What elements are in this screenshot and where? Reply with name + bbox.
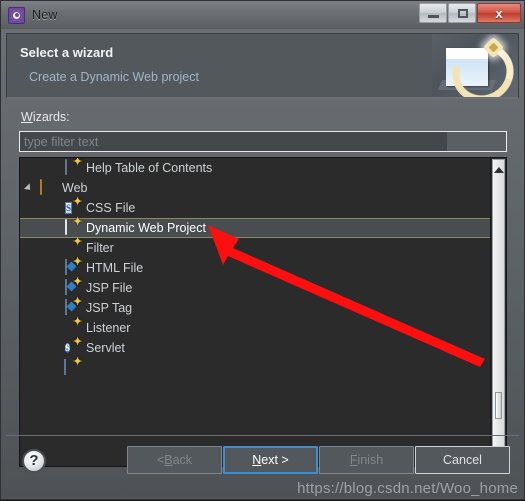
listener-icon: ✦: [73, 316, 83, 328]
scrollbar-track[interactable]: [492, 159, 505, 465]
tree-item-jsp-file[interactable]: ✦ JSP File: [20, 277, 490, 298]
tree-item-partial[interactable]: ✦: [20, 357, 490, 378]
tree-item-web[interactable]: Web: [20, 178, 490, 198]
wizards-label-rest: izards:: [32, 110, 70, 124]
tree-item-servlet[interactable]: S ✦ Servlet: [20, 336, 490, 358]
next-button[interactable]: Next >: [223, 446, 318, 474]
tree-item-label: Web: [62, 181, 88, 195]
maximize-icon: [458, 9, 468, 18]
window-title: New: [32, 8, 58, 22]
wizard-banner-icon: [432, 34, 518, 97]
page-title: Select a wizard: [20, 45, 114, 60]
minimize-button[interactable]: [419, 3, 447, 23]
wizard-header: Select a wizard Create a Dynamic Web pro…: [6, 33, 519, 99]
back-button-rest: ack: [172, 453, 193, 467]
tree-item-label: Servlet: [86, 341, 125, 355]
finish-button[interactable]: Finish: [319, 446, 414, 474]
title-bar: New x: [1, 1, 524, 29]
css-file-icon: S ✦: [65, 196, 83, 214]
jsp-tag-icon: ✦: [64, 297, 82, 316]
expand-arrow-icon[interactable]: [23, 183, 34, 193]
next-button-mnemonic: N: [252, 453, 262, 467]
cancel-button[interactable]: Cancel: [415, 446, 510, 474]
back-button-prefix: <: [156, 453, 165, 467]
tree-item-label: Filter: [86, 241, 114, 255]
finish-button-mnemonic: F: [349, 453, 358, 467]
tree-item-jsp-tag[interactable]: ✦ JSP Tag: [20, 297, 490, 318]
close-button[interactable]: x: [477, 3, 521, 23]
cancel-button-label: Cancel: [443, 453, 482, 467]
servlet-icon: S ✦: [65, 336, 83, 353]
html-file-icon: ✦: [64, 257, 82, 276]
tree-item-label: JSP File: [86, 281, 133, 295]
tree-item-label: JSP Tag: [86, 301, 133, 315]
tree-item-html-file[interactable]: ✦ HTML File: [20, 257, 490, 278]
filter-icon: ✦: [73, 236, 83, 248]
folder-open-icon: [40, 179, 56, 196]
tree-item-help-table-of-contents[interactable]: ✦ Help Table of Contents: [20, 158, 490, 178]
tree-item-listener[interactable]: ✦ Listener: [20, 316, 490, 338]
minimize-icon: [428, 15, 439, 19]
gear-icon: [8, 6, 25, 24]
tree-item-label: Help Table of Contents: [86, 161, 213, 175]
wizard-button-row: < Back Next > Finish Cancel: [127, 446, 510, 474]
finish-button-rest: inish: [357, 453, 384, 467]
tree-rows: ✦ Help Table of Contents Web S ✦ CSS File: [20, 158, 490, 466]
help-toc-icon: ✦: [64, 158, 82, 176]
help-button[interactable]: ?: [22, 449, 46, 473]
jsp-file-icon: ✦: [64, 277, 82, 296]
wizards-label-mnemonic: W: [21, 110, 33, 124]
filter-input-tail: [447, 132, 506, 151]
filter-input[interactable]: type filter text: [19, 131, 507, 152]
tree-vertical-scrollbar[interactable]: [490, 158, 506, 466]
wizards-tree[interactable]: ✦ Help Table of Contents Web S ✦ CSS File: [19, 157, 507, 467]
page-subtitle: Create a Dynamic Web project: [29, 70, 199, 84]
filter-placeholder: type filter text: [24, 134, 99, 149]
tree-item-dynamic-web-project[interactable]: ✦ Dynamic Web Project: [20, 217, 490, 238]
maximize-button[interactable]: [448, 3, 476, 23]
scroll-up-arrow-icon[interactable]: [493, 167, 504, 173]
next-button-rest: ext >: [261, 453, 289, 467]
tree-item-label: HTML File: [86, 261, 144, 275]
dialog-body: Wizards: type filter text ✦ Help Table o…: [1, 99, 524, 467]
back-button[interactable]: < Back: [127, 446, 222, 474]
close-icon: x: [495, 5, 503, 21]
wizards-label: Wizards:: [21, 110, 70, 124]
tree-item-filter[interactable]: ✦ Filter: [20, 236, 490, 258]
new-wizard-dialog: New x Select a wizard Create a Dynamic W…: [0, 0, 525, 500]
tree-item-label: CSS File: [86, 201, 136, 215]
tree-item-css-file[interactable]: S ✦ CSS File: [20, 196, 490, 218]
partial-item-icon: ✦: [64, 357, 82, 376]
tree-item-label: Dynamic Web Project: [86, 221, 206, 235]
watermark-text: https://blog.csdn.net/Woo_home: [297, 480, 518, 497]
scrollbar-thumb[interactable]: [495, 392, 502, 419]
dynamic-web-project-icon: ✦: [64, 217, 82, 236]
tree-item-label: Listener: [86, 321, 131, 335]
back-button-mnemonic: B: [164, 453, 173, 467]
window-controls: x: [419, 3, 521, 23]
